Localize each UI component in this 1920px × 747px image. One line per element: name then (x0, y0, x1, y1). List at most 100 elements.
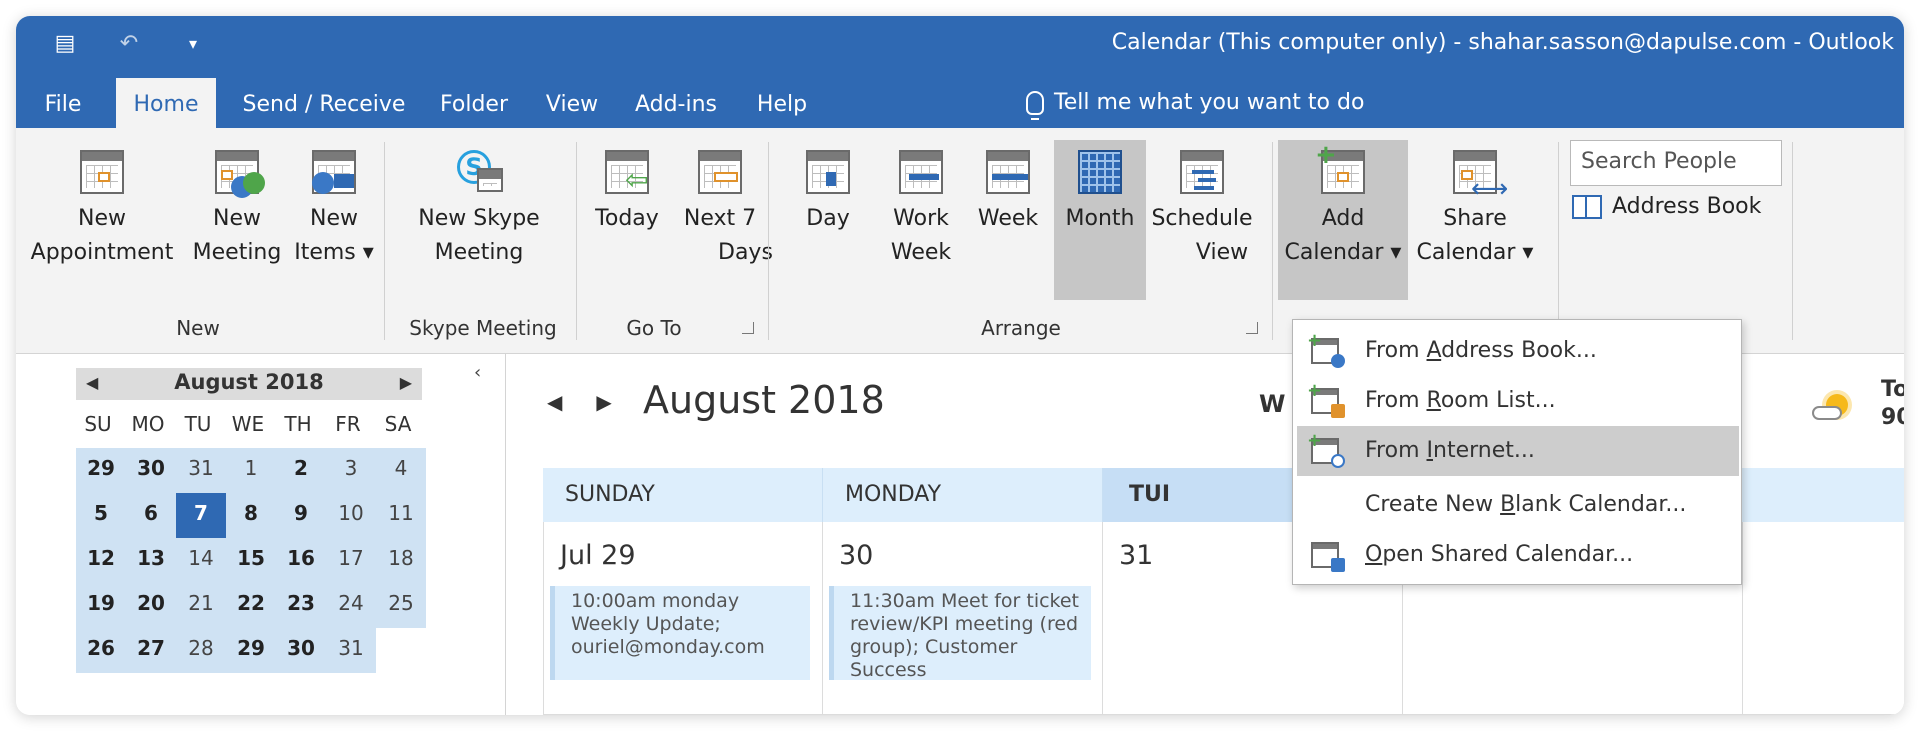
mini-calendar-day[interactable]: 17 (326, 538, 376, 583)
mini-calendar-day[interactable]: 18 (376, 538, 426, 583)
undo-icon[interactable]: ↶ (114, 28, 144, 58)
mini-calendar-day[interactable]: 3 (326, 448, 376, 493)
mini-calendar-day[interactable]: 23 (276, 583, 326, 628)
day-cell-jul-30[interactable]: 30 11:30am Meet for ticket review/KPI me… (823, 522, 1103, 715)
mini-calendar-day[interactable]: 8 (226, 493, 276, 538)
new-skype-meeting-button[interactable]: S New Skype Meeting (394, 140, 564, 270)
mini-calendar-day[interactable]: 26 (76, 628, 126, 673)
add-calendar-icon: + (1315, 140, 1365, 194)
month-view-button[interactable]: Month (1054, 140, 1146, 300)
mini-calendar-day[interactable]: 30 (276, 628, 326, 673)
tab-folder[interactable]: Folder (436, 82, 512, 128)
mini-calendar-day[interactable]: 22 (226, 583, 276, 628)
share-calendar-button[interactable]: ⟷ Share Calendar ▾ (1410, 140, 1540, 270)
mini-calendar-day[interactable]: 24 (326, 583, 376, 628)
next-7-days-button[interactable]: Next 7 Days (678, 140, 773, 270)
day-view-button[interactable]: Day (786, 140, 870, 236)
search-people-input[interactable]: Search People (1570, 140, 1782, 186)
mini-calendar-day[interactable]: 1 (226, 448, 276, 493)
goto-dialog-launcher-icon[interactable] (742, 322, 754, 334)
tab-home[interactable]: Home (116, 78, 216, 128)
schedule-view-button[interactable]: Schedule View (1148, 140, 1256, 270)
mini-calendar-day[interactable]: 7 (176, 493, 226, 538)
menu-item-from-address-book[interactable]: + From Address Book... (1297, 326, 1739, 376)
menu-item-open-shared-calendar[interactable]: Open Shared Calendar... (1297, 530, 1739, 580)
tab-send-receive[interactable]: Send / Receive (240, 82, 408, 128)
customize-qat-icon[interactable]: ▾ (178, 28, 208, 58)
weather-location[interactable]: W (1259, 390, 1285, 418)
tab-view[interactable]: View (540, 82, 604, 128)
weekday-header: TU (184, 412, 212, 436)
menu-item-from-room-list[interactable]: + From Room List... (1297, 376, 1739, 426)
mini-calendar-day[interactable]: 20 (126, 583, 176, 628)
mini-calendar-day[interactable]: 31 (176, 448, 226, 493)
prev-month-icon[interactable]: ◀ (547, 390, 562, 414)
next-month-icon[interactable]: ▶ (596, 390, 611, 414)
weekday-header: SU (84, 412, 112, 436)
calendar-month-title: August 2018 (643, 378, 885, 422)
mini-calendar-day[interactable]: 4 (376, 448, 426, 493)
send-receive-all-icon[interactable]: ▤ (50, 28, 80, 58)
work-week-icon (899, 150, 943, 194)
mini-calendar-day[interactable]: 5 (76, 493, 126, 538)
tab-help[interactable]: Help (750, 82, 814, 128)
mini-prev-month-icon[interactable]: ◀ (86, 373, 98, 392)
tab-file[interactable]: File (34, 82, 92, 128)
add-calendar-button[interactable]: + Add Calendar ▾ (1278, 140, 1408, 300)
mini-calendar-day[interactable]: 9 (276, 493, 326, 538)
calendar-event[interactable]: 11:30am Meet for ticket review/KPI meeti… (829, 586, 1091, 680)
mini-calendar-day[interactable]: 2 (276, 448, 326, 493)
mini-calendar-day[interactable]: 30 (126, 448, 176, 493)
mini-calendar-day[interactable]: 28 (176, 628, 226, 673)
mini-calendar-day[interactable]: 19 (76, 583, 126, 628)
weekday-header: FR (335, 412, 361, 436)
day-number: 31 (1119, 540, 1154, 571)
group-label-new: New (176, 316, 220, 340)
mini-calendar-day[interactable]: 16 (276, 538, 326, 583)
new-items-icon (312, 150, 356, 194)
menu-item-create-blank-calendar[interactable]: Create New Blank Calendar... (1297, 480, 1739, 530)
mini-calendar-day[interactable]: 27 (126, 628, 176, 673)
ribbon-tabs: File Home Send / Receive Folder View Add… (16, 72, 1904, 128)
address-book-calendar-icon: + (1307, 332, 1345, 368)
day-cell-aug-2[interactable] (1743, 522, 1904, 715)
mini-calendar-day[interactable]: 6 (126, 493, 176, 538)
menu-item-from-internet[interactable]: + From Internet... (1297, 426, 1739, 476)
navigation-pane: ‹ ◀ August 2018 ▶ SU MO TU WE TH FR SA 29 30 31 1 2… (16, 354, 506, 715)
weekday-header: MO (131, 412, 165, 436)
address-book-icon (1572, 194, 1602, 219)
mini-calendar-day[interactable]: 25 (376, 583, 426, 628)
shared-calendar-icon (1311, 542, 1345, 572)
address-book-button[interactable]: Address Book (1572, 194, 1761, 219)
quick-access-toolbar: ▤ ↶ ▾ (50, 28, 208, 58)
mini-calendar-day[interactable]: 29 (226, 628, 276, 673)
mini-calendar-day[interactable]: 13 (126, 538, 176, 583)
mini-calendar-day[interactable]: 10 (326, 493, 376, 538)
group-separator (1558, 142, 1559, 340)
group-label-arrange: Arrange (981, 316, 1061, 340)
mini-next-month-icon[interactable]: ▶ (400, 373, 412, 392)
outlook-window: ▤ ↶ ▾ Calendar (This computer only) - sh… (16, 16, 1904, 715)
day-cell-jul-29[interactable]: Jul 29 10:00am monday Weekly Update; our… (543, 522, 823, 715)
work-week-view-button[interactable]: Work Week (878, 140, 964, 270)
mini-calendar-day[interactable]: 21 (176, 583, 226, 628)
mini-calendar-day[interactable]: 31 (326, 628, 376, 673)
window-title: Calendar (This computer only) - shahar.s… (1111, 30, 1894, 55)
collapse-pane-icon[interactable]: ‹ (474, 362, 481, 383)
today-button[interactable]: ⇦ Today (584, 140, 670, 236)
new-meeting-button[interactable]: New Meeting (184, 140, 290, 270)
new-appointment-button[interactable]: New Appointment (20, 140, 184, 270)
calendar-event[interactable]: 10:00am monday Weekly Update; ouriel@mon… (550, 586, 810, 680)
tab-add-ins[interactable]: Add-ins (628, 82, 724, 128)
week-view-button[interactable]: Week (966, 140, 1050, 236)
mini-calendar-day[interactable]: 14 (176, 538, 226, 583)
mini-calendar-day[interactable]: 29 (76, 448, 126, 493)
mini-calendar-day[interactable]: 11 (376, 493, 426, 538)
room-list-calendar-icon: + (1307, 382, 1345, 418)
skype-icon: S (457, 150, 503, 194)
tell-me-search[interactable]: Tell me what you want to do (1026, 90, 1364, 120)
mini-calendar-day[interactable]: 12 (76, 538, 126, 583)
arrange-dialog-launcher-icon[interactable] (1246, 322, 1258, 334)
mini-calendar-day[interactable]: 15 (226, 538, 276, 583)
new-items-button[interactable]: New Items ▾ (292, 140, 376, 270)
